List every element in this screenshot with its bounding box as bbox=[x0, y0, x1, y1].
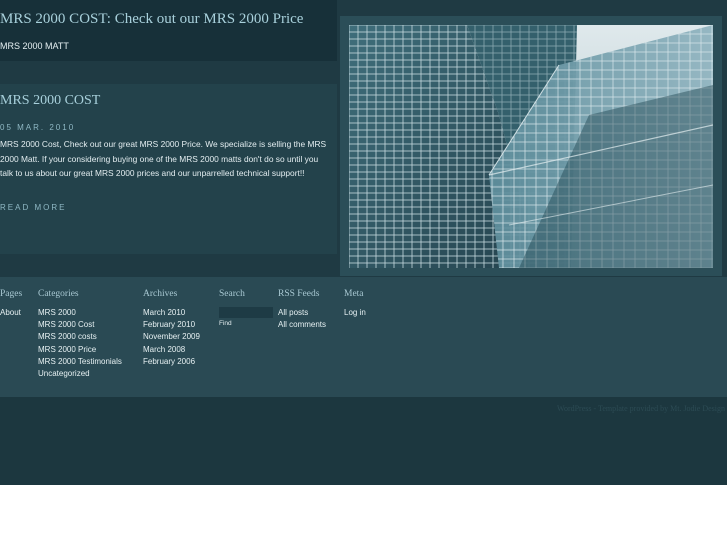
log-in-link[interactable]: Log in bbox=[344, 307, 366, 319]
category-item[interactable]: MRS 2000 costs bbox=[38, 331, 122, 343]
credits-text[interactable]: WordPress - Template provided by Mt. Jod… bbox=[557, 404, 725, 413]
category-item[interactable]: MRS 2000 Testimonials bbox=[38, 356, 122, 368]
site-title[interactable]: MRS 2000 COST: Check out our MRS 2000 Pr… bbox=[0, 11, 303, 28]
page: MRS 2000 COST: Check out our MRS 2000 Pr… bbox=[0, 0, 727, 485]
archive-item[interactable]: March 2010 bbox=[143, 307, 200, 319]
pages-heading: Pages bbox=[0, 289, 23, 299]
category-item[interactable]: MRS 2000 Cost bbox=[38, 319, 122, 331]
rss-widget: RSS Feeds All posts All comments bbox=[278, 289, 326, 331]
archive-item[interactable]: February 2006 bbox=[143, 356, 200, 368]
rss-heading: RSS Feeds bbox=[278, 289, 320, 299]
meta-heading: Meta bbox=[344, 289, 364, 299]
site-header: MRS 2000 COST: Check out our MRS 2000 Pr… bbox=[0, 0, 337, 61]
search-input[interactable] bbox=[219, 307, 273, 318]
bottom-bar: WordPress - Template provided by Mt. Jod… bbox=[0, 397, 727, 485]
category-item[interactable]: MRS 2000 bbox=[38, 307, 122, 319]
meta-widget: Meta Log in bbox=[344, 289, 366, 319]
category-item[interactable]: MRS 2000 Price bbox=[38, 344, 122, 356]
archive-item[interactable]: November 2009 bbox=[143, 331, 200, 343]
pages-item-about[interactable]: About bbox=[0, 307, 22, 319]
archives-widget: Archives March 2010 February 2010 Novemb… bbox=[143, 289, 200, 368]
pages-widget: Pages About bbox=[0, 289, 22, 319]
search-heading: Search bbox=[219, 289, 245, 299]
post-title[interactable]: MRS 2000 COST bbox=[0, 93, 100, 109]
site-description: MRS 2000 MATT bbox=[0, 41, 69, 51]
find-button[interactable]: Find bbox=[219, 320, 232, 327]
read-more-link[interactable]: READ MORE bbox=[0, 203, 66, 212]
archive-item[interactable]: March 2008 bbox=[143, 344, 200, 356]
archives-heading: Archives bbox=[143, 289, 178, 299]
footer-widgets: Pages About Categories MRS 2000 MRS 2000… bbox=[0, 277, 727, 397]
post-body: MRS 2000 Cost, Check out our great MRS 2… bbox=[0, 139, 327, 179]
category-item[interactable]: Uncategorized bbox=[38, 368, 122, 380]
search-widget: Search Find bbox=[219, 289, 273, 327]
archive-item[interactable]: February 2010 bbox=[143, 319, 200, 331]
post: MRS 2000 COST 05 MAR. 2010 MRS 2000 Cost… bbox=[0, 84, 337, 254]
post-date: 05 MAR. 2010 bbox=[0, 123, 76, 132]
categories-widget: Categories MRS 2000 MRS 2000 Cost MRS 20… bbox=[38, 289, 122, 380]
skyscraper-image bbox=[349, 25, 713, 268]
categories-heading: Categories bbox=[38, 289, 79, 299]
rss-all-comments-link[interactable]: All comments bbox=[278, 319, 326, 331]
rss-all-posts-link[interactable]: All posts bbox=[278, 307, 326, 319]
